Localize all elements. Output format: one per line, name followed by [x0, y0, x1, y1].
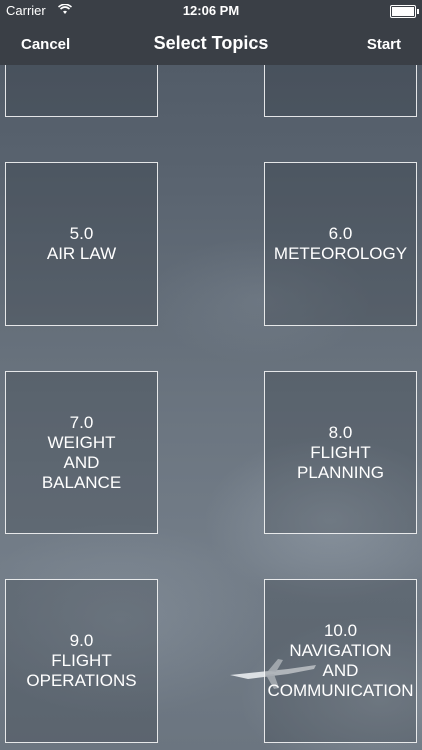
topic-tile-weight-and-balance[interactable]: 7.0 WEIGHT AND BALANCE: [5, 371, 158, 534]
topic-number: 10.0: [323, 621, 358, 640]
page-title: Select Topics: [153, 33, 269, 53]
topic-number: 5.0: [69, 224, 94, 243]
navigation-bar: Carrier 12:06 PM Cancel Select Topics St…: [0, 0, 422, 65]
battery-icon: [390, 5, 419, 18]
topic-tile-flight-operations[interactable]: 9.0 FLIGHT OPERATIONS: [5, 579, 158, 743]
topic-number: 9.0: [69, 631, 94, 650]
clock: 12:06 PM: [182, 3, 240, 18]
topic-tile-air-law[interactable]: 5.0 AIR LAW: [5, 162, 158, 326]
status-bar: Carrier 12:06 PM: [0, 0, 422, 22]
topic-name: NAVIGATION AND COMMUNICATION: [267, 641, 414, 700]
topic-number: 7.0: [69, 412, 94, 432]
topic-name: AIR LAW: [46, 244, 117, 263]
topic-number: 6.0: [328, 224, 353, 243]
topic-name: METEOROLOGY: [273, 244, 408, 263]
topic-tile-navigation-and-communication[interactable]: 10.0 NAVIGATION AND COMMUNICATION: [264, 579, 417, 743]
topic-name: FLIGHT PLANNING: [297, 442, 384, 482]
start-button[interactable]: Start: [367, 36, 401, 53]
topic-tile-meteorology[interactable]: 6.0 METEOROLOGY: [264, 162, 417, 326]
topic-tile-flight-planning[interactable]: 8.0 FLIGHT PLANNING: [264, 371, 417, 534]
topic-name: WEIGHT AND BALANCE: [41, 432, 122, 492]
topic-name: FLIGHT OPERATIONS: [26, 651, 137, 690]
topic-number: 8.0: [328, 422, 353, 442]
